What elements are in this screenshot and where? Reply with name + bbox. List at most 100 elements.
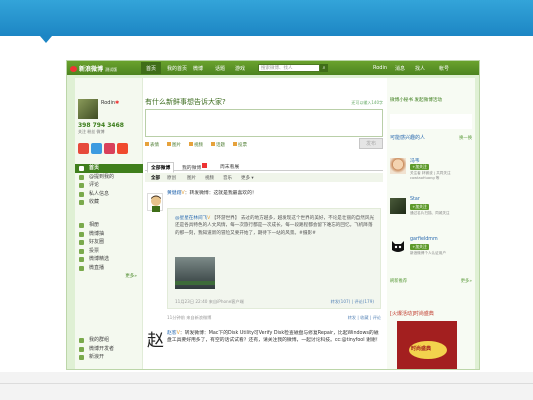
suggestions-title: 可能感兴趣的人 [390,135,426,141]
repost-actions[interactable]: 转发(107) | 评论(179) [331,299,374,305]
post-1-actions[interactable]: 转发 | 收藏 | 评论 [348,315,381,321]
right-top-links[interactable]: 微博小秘书 发起微博活动 [390,97,442,103]
post-2-author[interactable]: 赵客 [167,331,177,336]
post-1-author[interactable]: 黄健翔 [167,191,181,196]
photo-foreground [175,281,215,285]
nav-home[interactable]: 首页 [141,62,162,74]
suggestion-avatar[interactable] [390,198,406,214]
search-input[interactable]: 搜索微博、找人 [258,64,320,72]
filter-all[interactable]: 全部 [151,175,160,181]
verified-icon: V [207,216,211,221]
nav-games[interactable]: 游戏 [235,65,245,72]
suggestion-item: 冯韦 +加关注 关注者 林微波 | 共同关注 cowtaoHuang 等 [390,156,474,184]
suggestion-avatar[interactable] [390,158,406,174]
suggestion-avatar[interactable] [390,238,406,254]
post-2-avatar[interactable]: 赵 [147,330,164,352]
filter-more[interactable]: 更多 ▾ [241,175,254,181]
char-count: 还可以输入140字 [351,100,383,105]
nav-account[interactable]: 帐号 [439,65,449,72]
slide-bottom-band [0,372,533,400]
stats-numbers[interactable]: 398 794 3468 [78,122,140,129]
filter-image[interactable]: 图片 [187,175,196,181]
filter-video[interactable]: 视频 [205,175,214,181]
repost-photo[interactable] [175,257,215,289]
menu-developers[interactable]: 微博开发者 [75,345,143,354]
top-navigation: 新浪微博 测试版 首页 我的首页 微博 话题 游戏 搜索微博、找人 ⌕ Rodi… [67,61,479,75]
filter-original[interactable]: 原创 [167,175,176,181]
tool-emoticon[interactable]: 表情 [145,142,159,148]
repost-meta: 11月23日 22:40 来自iPhone客户端 [175,299,244,304]
menu-private-messages[interactable]: 私人信息 [75,190,143,199]
tool-video[interactable]: 视频 [189,142,203,148]
ad-banner[interactable]: 时尚盛典 [397,321,457,369]
post-2-text: 赵客V：转发微博：Mac下的Disk Utility可Verify Disk检查… [167,331,381,345]
suggestions-refresh[interactable]: 换一换 [459,135,472,141]
tab-all-weibo[interactable]: 全部微博 [147,162,175,173]
nav-topic[interactable]: 话题 [215,65,225,72]
app-icon-3[interactable] [104,143,115,154]
app-icon-1[interactable] [78,143,89,154]
follow-button[interactable]: +加关注 [410,244,429,250]
menu-app-2[interactable]: 微博抽 [75,230,143,239]
weibo-eye-icon [70,66,77,72]
suggestion-reason: 通过名片扫描、同城关注 [410,211,450,215]
menu-app-3[interactable]: 好友圈 [75,238,143,247]
ad-text: 时尚盛典 [411,346,432,352]
groups-menu: 我的群组 微博开发者 新浪开 [75,336,143,362]
tool-topic[interactable]: 话题 [211,142,225,148]
post-author-avatar[interactable] [147,193,163,212]
compose-textarea[interactable] [145,109,383,137]
user-avatar[interactable] [78,99,98,119]
filter-music[interactable]: 音乐 [223,175,232,181]
nav-find-people[interactable]: 找人 [415,65,425,72]
tool-vote[interactable]: 投票 [233,142,247,148]
app-icons [78,139,140,155]
menu-favorites[interactable]: 收藏 [75,198,143,207]
menu-home[interactable]: 首页 [75,164,143,173]
repost-author[interactable]: @星星在林间飞 [175,216,207,221]
app-icon-4[interactable] [117,143,128,154]
left-sidebar: Rodin✱ 398 794 3468 关注 粉丝 微博 首页 @提到我的 评论… [75,78,143,369]
right-blank-box [390,114,472,129]
suggestion-reason: 关注者 林微波 | 共同关注 cowtaoHuang 等 [410,171,451,180]
post-1-text: 黄健翔V：转发微博：这就是我最喜欢的！ [167,191,381,198]
slide-top-band [0,0,533,36]
app-icon-2[interactable] [91,143,102,154]
menu-groups[interactable]: 我的群组 [75,336,143,345]
tab-my-weibo[interactable]: 我的微博 [179,162,210,172]
suggestion-name[interactable]: garfieldmm [410,237,438,242]
logo-sub: 测试版 [105,67,118,72]
suggestion-item: Star +加关注 通过名片扫描、同城关注 [390,196,474,224]
refresh-suggestions[interactable]: 刷新推荐 [390,278,407,284]
nav-messages[interactable]: 消息 [395,65,405,72]
username[interactable]: Rodin✱ [101,100,119,106]
menu-app-album[interactable]: 相册 [75,221,143,230]
menu-app-vote[interactable]: 投票 [75,247,143,256]
tab-weekend[interactable]: 周末看展 [217,162,242,171]
menu-app-6[interactable]: 微直播 [75,264,143,273]
menu-more-link[interactable]: 更多» [75,272,143,281]
weibo-logo[interactable]: 新浪微博 测试版 [70,64,117,73]
menu-app-5[interactable]: 微博精选 [75,255,143,264]
nav-user[interactable]: Rodin [373,65,387,71]
suggestion-name[interactable]: Star [410,197,420,202]
post-button[interactable]: 发布 [359,138,383,149]
menu-comments[interactable]: 评论 [75,181,143,190]
user-stats: 398 794 3468 关注 粉丝 微博 [78,122,140,135]
follow-button[interactable]: +加关注 [410,204,429,210]
post-1-body: ：转发微博：这就是我最喜欢的！ [184,191,257,196]
nav-weibo[interactable]: 微博 [193,65,203,72]
page-content: Rodin✱ 398 794 3468 关注 粉丝 微博 首页 @提到我的 评论… [75,78,475,369]
nav-my-home[interactable]: 我的首页 [167,65,187,72]
apps-menu: 相册 微博抽 好友圈 投票 微博精选 微直播 更多» [75,221,143,281]
suggestion-name[interactable]: 冯韦 [410,157,420,164]
suggestion-item: garfieldmm +加关注 新浪微博个人认证用户 [390,236,474,264]
ad-title[interactable]: [火爆活动]时尚盛典 [390,310,434,317]
more-suggestions[interactable]: 更多» [461,278,472,284]
menu-mentions[interactable]: @提到我的 [75,173,143,182]
search-icon[interactable]: ⌕ [320,64,328,72]
star-icon: ✱ [115,100,120,106]
tool-image[interactable]: 图片 [167,142,181,148]
menu-sina-open[interactable]: 新浪开 [75,353,143,362]
follow-button[interactable]: +加关注 [410,164,429,170]
